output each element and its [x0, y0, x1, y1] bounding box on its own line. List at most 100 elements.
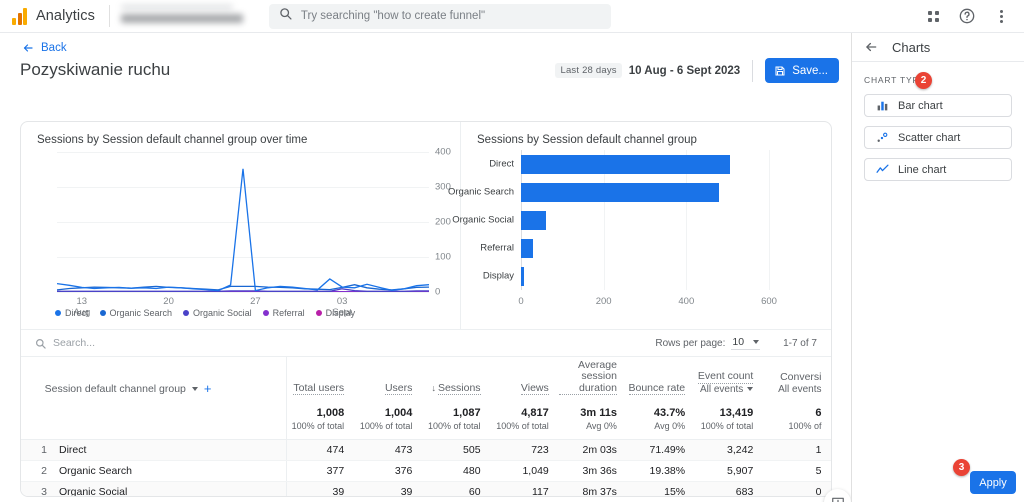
legend-item[interactable]: Organic Search	[99, 308, 172, 318]
line-chart-plot[interactable]: 0 100 200 300 400 13 Aug 20 27 03 Sept	[57, 147, 451, 318]
table-row[interactable]: 1 Direct 474 473 505 723 2m 03s 71.49% 3,242 1	[21, 439, 831, 461]
bar[interactable]	[521, 182, 720, 202]
save-button[interactable]: Save...	[765, 58, 839, 83]
analytics-app: Analytics Try searching "how to create f…	[0, 0, 1024, 502]
chevron-down-icon[interactable]	[191, 387, 198, 391]
table-totals-row-body: 1,008 100% of total 1,004 100% of total 1,08…	[21, 401, 831, 440]
chevron-down-icon	[747, 387, 754, 392]
table-search[interactable]	[35, 337, 183, 349]
divider	[752, 59, 754, 82]
totals-value: 1,087	[453, 407, 481, 419]
column-header-total-users[interactable]: Total users	[286, 357, 354, 401]
totals-value: 4,817	[521, 407, 549, 419]
row-metric-cell: 5	[763, 460, 831, 482]
legend-item[interactable]: Organic Social	[183, 308, 252, 318]
bar-row[interactable]: Display	[483, 266, 769, 286]
apply-button[interactable]: Apply	[970, 471, 1016, 494]
legend-color-dot	[315, 310, 322, 316]
row-metric-cell: 377	[286, 460, 355, 482]
column-header-bounce-rate[interactable]: Bounce rate	[627, 357, 695, 401]
analytics-logo-icon	[12, 7, 27, 25]
y-axis-tick: 200	[435, 216, 451, 228]
legend-item[interactable]: Referral	[262, 308, 305, 318]
totals-cell: 1,004 100% of total	[354, 401, 423, 440]
chart-type-option-scatter[interactable]: Scatter chart	[864, 126, 1012, 149]
column-header-conversions[interactable]: Conversi All events	[763, 357, 831, 401]
bar[interactable]	[521, 266, 524, 286]
search-icon	[36, 338, 46, 349]
line-chart-panel: Sessions by Session default channel grou…	[21, 122, 461, 329]
y-axis-tick: 100	[435, 251, 451, 263]
x-axis-tick: 27	[250, 296, 261, 307]
row-metric-cell: 474	[286, 439, 355, 461]
chart-type-option-line[interactable]: Line chart	[864, 158, 1012, 181]
back-link[interactable]: Back	[0, 33, 70, 54]
column-header-avg-session-duration[interactable]: Average session duration	[558, 357, 627, 401]
date-range[interactable]: 10 Aug - 6 Sept 2023	[629, 65, 740, 77]
x-axis-tick: 200	[595, 296, 612, 307]
row-index: 2	[41, 465, 47, 477]
row-metric-cell: 473	[354, 439, 423, 461]
row-dimension-cell: 2 Organic Search	[21, 460, 287, 482]
column-label: Sessions	[437, 381, 481, 395]
apps-grid-icon[interactable]	[924, 7, 942, 25]
conversions-filter-label: All events	[778, 383, 822, 395]
totals-value: 1,008	[316, 407, 345, 419]
bar[interactable]	[521, 238, 533, 258]
column-label: Users	[384, 381, 413, 395]
row-metric-cell: 3m 36s	[558, 460, 627, 482]
row-metric-cell: 2m 03s	[558, 439, 627, 461]
table-search-input[interactable]	[53, 337, 183, 349]
column-header-users[interactable]: Users	[354, 357, 422, 401]
column-header-event-count[interactable]: Event count All events	[695, 357, 763, 401]
row-name[interactable]: Direct	[59, 444, 86, 456]
bar[interactable]	[521, 154, 730, 174]
row-metric-cell: 5,907	[695, 460, 764, 482]
rows-per-page-select[interactable]: 10	[731, 336, 761, 350]
gridline	[57, 292, 429, 293]
column-label: Bounce rate	[628, 381, 686, 395]
chart-type-option-bar[interactable]: Bar chart	[864, 94, 1012, 117]
search-input[interactable]	[300, 10, 601, 22]
bar-chart-plot[interactable]: 0 200 400 600 Direct Organic Search Organic So…	[448, 150, 777, 307]
account-selector[interactable]	[120, 3, 245, 29]
row-name[interactable]: Organic Social	[59, 486, 127, 496]
charts-side-panel: Charts Chart type Bar chart Scatter char…	[851, 33, 1024, 502]
row-dimension-cell: 1 Direct	[21, 439, 287, 461]
bar-row[interactable]: Referral	[480, 238, 769, 258]
help-icon[interactable]	[958, 7, 976, 25]
bar[interactable]	[521, 210, 546, 230]
line-series-organic-social	[57, 288, 429, 292]
row-metric-cell: 39	[286, 481, 355, 496]
dimension-header-label: Session default channel group	[44, 383, 186, 395]
date-preset-chip: Last 28 days	[555, 63, 622, 78]
totals-value: 43.7%	[653, 407, 686, 419]
row-metric-cell: 3,242	[695, 439, 764, 461]
row-name[interactable]: Organic Search	[59, 465, 132, 477]
report-card: Sessions by Session default channel grou…	[20, 121, 832, 497]
more-vert-icon[interactable]	[992, 7, 1010, 25]
bar-row[interactable]: Organic Social	[452, 210, 769, 230]
column-header-views[interactable]: Views	[491, 357, 559, 401]
legend-label: Referral	[272, 308, 305, 318]
bar-row[interactable]: Direct	[489, 154, 769, 174]
add-dimension-icon[interactable]: +	[204, 382, 212, 395]
column-label: Views	[520, 381, 549, 395]
legend-item[interactable]: Display	[315, 308, 355, 318]
event-count-filter[interactable]: All events	[700, 384, 754, 396]
totals-cell: 4,817 100% of total	[490, 401, 559, 440]
column-header-sessions[interactable]: ↓ Sessions	[422, 357, 490, 401]
bar-category-label: Organic Social	[452, 214, 514, 226]
line-series-group	[57, 168, 429, 292]
chart-type-option-label: Scatter chart	[898, 131, 961, 144]
bar-row[interactable]: Organic Search	[448, 182, 769, 202]
arrow-back-icon[interactable]	[864, 40, 878, 54]
table-row[interactable]: 2 Organic Search 377 376 480 1,049 3m 36s 19.38…	[21, 460, 831, 482]
totals-dimension-cell	[21, 401, 287, 440]
table-row[interactable]: 3 Organic Social 39 39 60 117 8m 37s 15% 683 0	[21, 481, 831, 496]
totals-subtext: Avg 0%	[654, 421, 686, 431]
legend-item[interactable]: Direct	[55, 308, 89, 318]
bar-category-label: Direct	[489, 158, 514, 170]
row-metric-cell: 480	[422, 460, 491, 482]
global-search[interactable]	[268, 3, 611, 29]
